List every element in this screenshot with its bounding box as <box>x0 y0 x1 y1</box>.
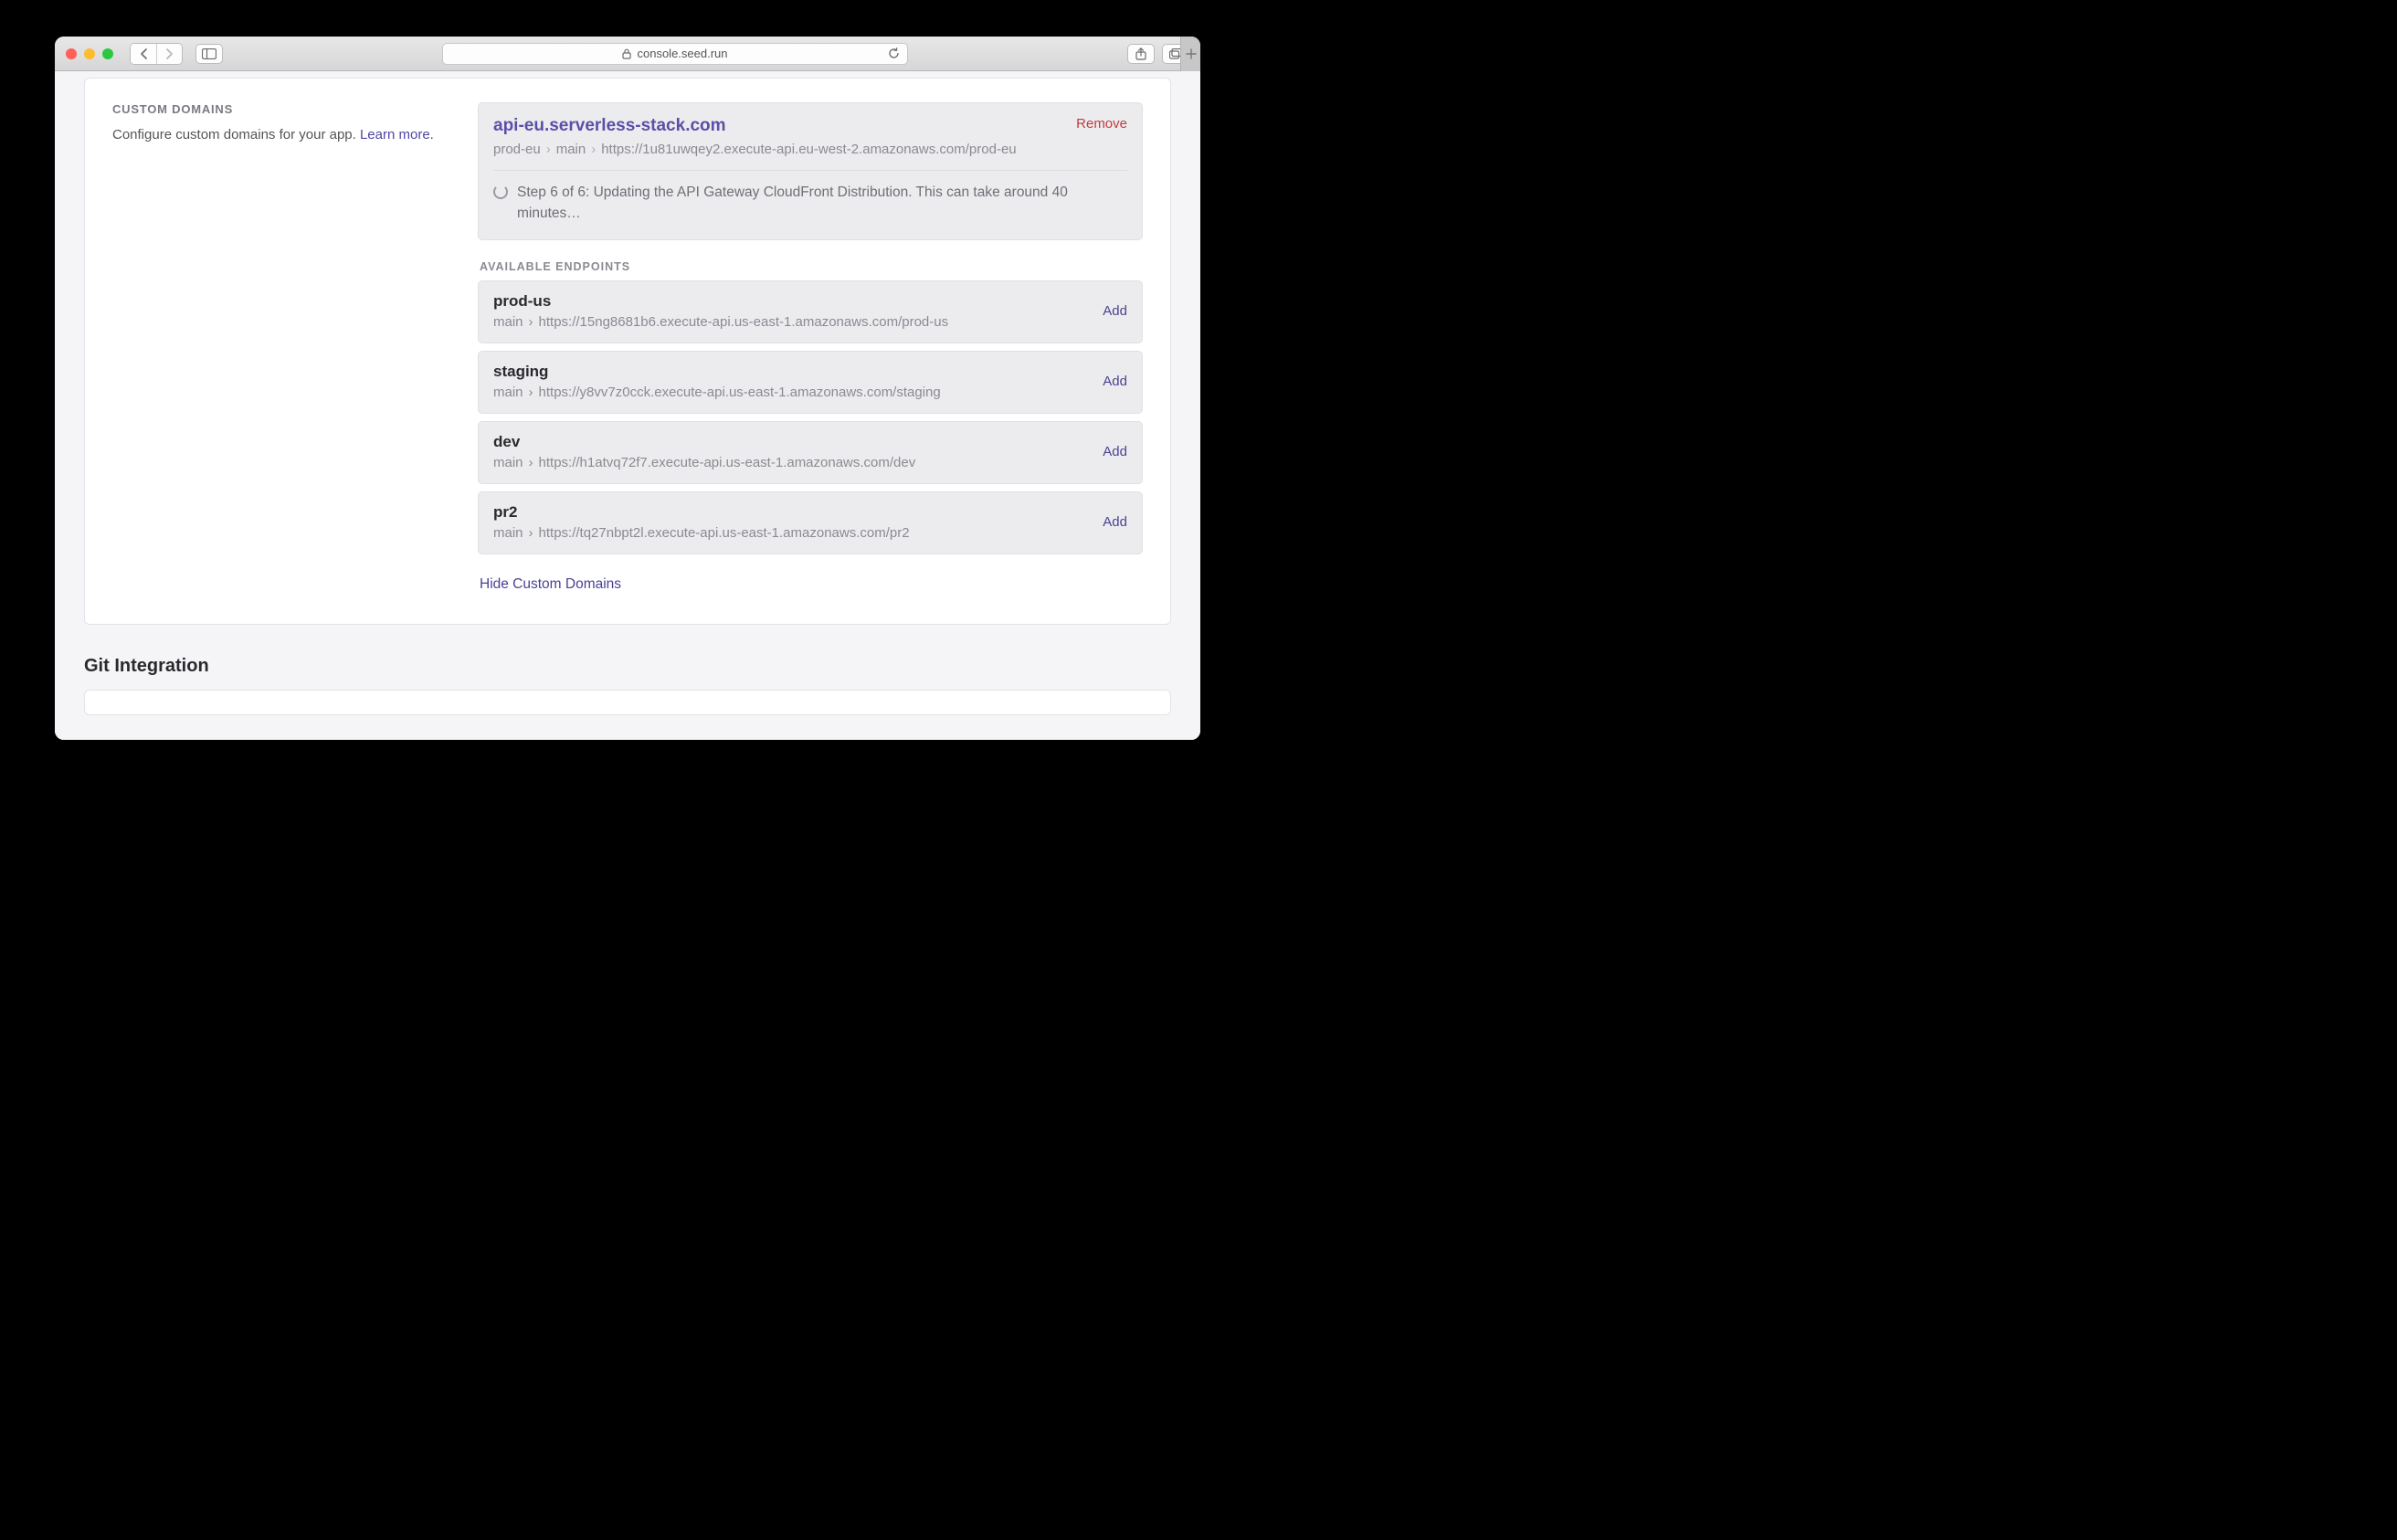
back-button[interactable] <box>131 44 156 64</box>
url-text: console.seed.run <box>637 47 727 60</box>
sidebar-toggle-button[interactable] <box>195 44 223 64</box>
chevron-right-icon: › <box>529 314 533 330</box>
custom-domains-description: Configure custom domains for your app. L… <box>112 125 441 146</box>
chevron-right-icon: › <box>529 455 533 470</box>
git-integration-panel <box>84 690 1171 715</box>
git-integration-heading: Git Integration <box>84 656 1171 677</box>
reload-button[interactable] <box>888 47 900 59</box>
endpoint-card: staging main › https://y8vv7z0cck.execut… <box>478 351 1143 414</box>
endpoint-card: prod-us main › https://15ng8681b6.execut… <box>478 280 1143 343</box>
add-endpoint-button[interactable]: Add <box>1103 303 1127 319</box>
minimize-window-button[interactable] <box>84 48 95 59</box>
add-endpoint-button[interactable]: Add <box>1103 444 1127 459</box>
chevron-right-icon: › <box>529 525 533 541</box>
domain-status: Step 6 of 6: Updating the API Gateway Cl… <box>493 182 1127 225</box>
close-window-button[interactable] <box>66 48 77 59</box>
custom-domains-panel: CUSTOM DOMAINS Configure custom domains … <box>84 78 1171 625</box>
endpoint-name: dev <box>493 433 915 451</box>
lock-icon <box>622 48 631 59</box>
add-endpoint-button[interactable]: Add <box>1103 514 1127 530</box>
remove-domain-button[interactable]: Remove <box>1076 116 1127 132</box>
configured-domain-name[interactable]: api-eu.serverless-stack.com <box>493 116 1017 136</box>
forward-button[interactable] <box>156 44 182 64</box>
titlebar: console.seed.run <box>55 37 1200 71</box>
chevron-right-icon: › <box>529 385 533 400</box>
endpoint-card: pr2 main › https://tq27nbpt2l.execute-ap… <box>478 491 1143 554</box>
browser-window: console.seed.run CUSTOM DOMAINS <box>55 37 1200 740</box>
endpoint-path: main › https://tq27nbpt2l.execute-api.us… <box>493 525 910 541</box>
nav-group <box>130 43 183 65</box>
custom-domains-heading: CUSTOM DOMAINS <box>112 102 441 116</box>
available-endpoints-label: AVAILABLE ENDPOINTS <box>480 260 1143 273</box>
endpoint-name: staging <box>493 363 941 381</box>
traffic-lights <box>66 48 113 59</box>
endpoint-name: prod-us <box>493 292 948 311</box>
learn-more-link[interactable]: Learn more. <box>360 127 434 142</box>
add-endpoint-button[interactable]: Add <box>1103 374 1127 389</box>
endpoint-path: main › https://h1atvq72f7.execute-api.us… <box>493 455 915 470</box>
configured-domain-card: api-eu.serverless-stack.com prod-eu › ma… <box>478 102 1143 240</box>
address-bar[interactable]: console.seed.run <box>442 43 908 65</box>
spinner-icon <box>493 185 508 199</box>
endpoint-name: pr2 <box>493 503 910 522</box>
endpoint-path: main › https://y8vv7z0cck.execute-api.us… <box>493 385 941 400</box>
page-content: CUSTOM DOMAINS Configure custom domains … <box>55 71 1200 740</box>
endpoint-card: dev main › https://h1atvq72f7.execute-ap… <box>478 421 1143 484</box>
zoom-window-button[interactable] <box>102 48 113 59</box>
endpoint-path: main › https://15ng8681b6.execute-api.us… <box>493 314 948 330</box>
new-tab-button[interactable] <box>1180 37 1200 71</box>
chevron-right-icon: › <box>546 142 551 157</box>
hide-custom-domains-link[interactable]: Hide Custom Domains <box>480 576 621 593</box>
domain-status-text: Step 6 of 6: Updating the API Gateway Cl… <box>517 182 1127 225</box>
share-button[interactable] <box>1127 44 1155 64</box>
configured-domain-path: prod-eu › main › https://1u81uwqey2.exec… <box>493 142 1017 157</box>
chevron-right-icon: › <box>591 142 596 157</box>
